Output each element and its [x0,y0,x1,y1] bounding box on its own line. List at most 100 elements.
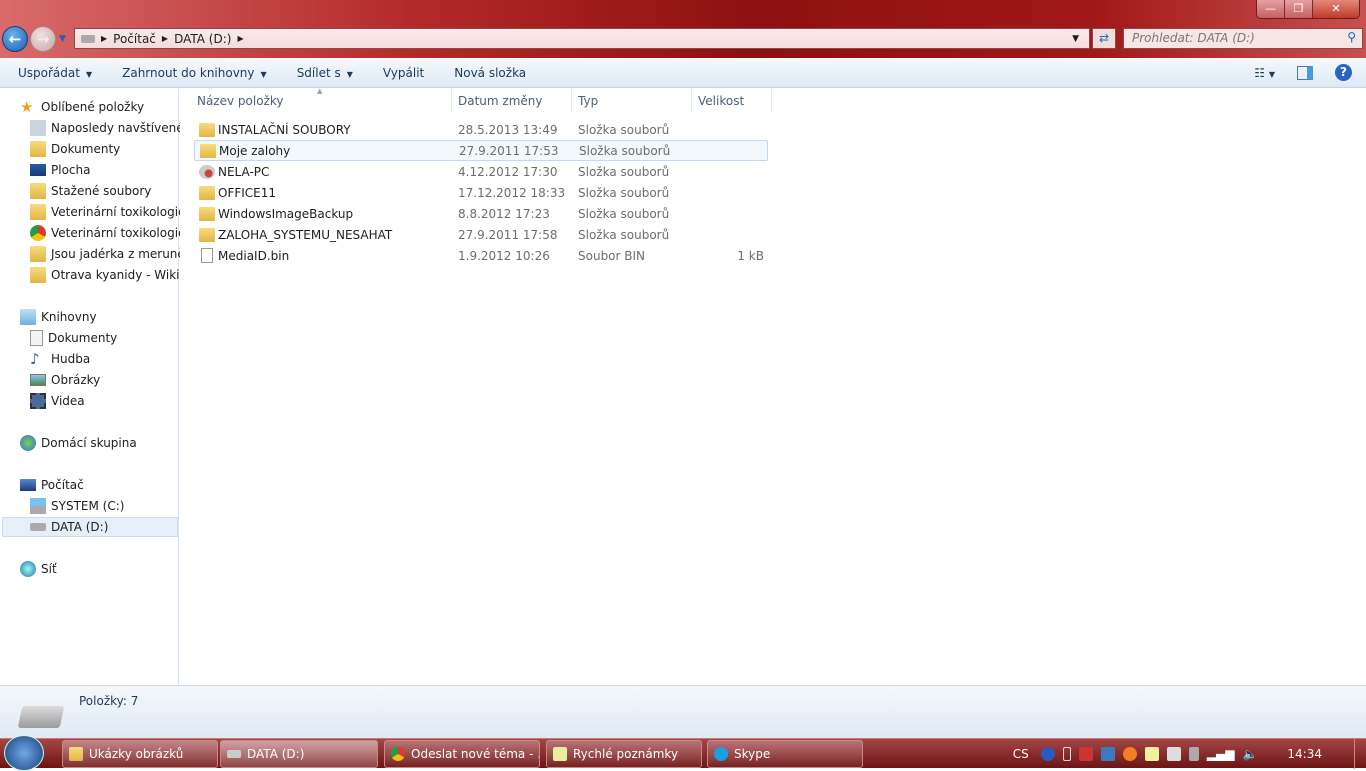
file-row[interactable]: NELA-PC 4.12.2012 17:30 Složka souborů [194,161,768,182]
sidebar-label: Síť [41,562,57,576]
file-type: Soubor BIN [578,248,646,263]
preview-pane-icon[interactable] [1297,65,1313,80]
tray-app-icon[interactable] [1078,747,1093,761]
power-icon[interactable] [1188,747,1199,761]
file-row[interactable]: MediaID.bin 1.9.2012 10:26 Soubor BIN 1 … [194,245,768,266]
column-header-type[interactable]: Typ [572,89,692,113]
volume-icon[interactable]: 🔈 [1242,747,1257,761]
task-skype[interactable]: Skype [707,740,863,768]
close-button[interactable]: ✕ [1313,0,1359,18]
history-dropdown-icon[interactable]: ▼ [59,34,66,44]
refresh-button[interactable]: ⇄ [1092,28,1116,49]
tray-app-icon[interactable] [1122,747,1137,761]
sidebar-label: SYSTEM (C:) [51,499,125,513]
chevron-right-icon[interactable]: ▶ [237,34,243,43]
column-header-size[interactable]: Velikost [692,89,772,113]
language-indicator[interactable]: CS [1013,747,1029,761]
chrome-icon [30,225,46,241]
pictures-icon [30,374,46,386]
breadcrumb-computer[interactable]: Počítač [113,32,156,46]
sidebar-network[interactable]: Síť [20,559,198,579]
command-bar: Uspořádat ▼ Zahrnout do knihovny ▼ Sdílet … [0,58,1366,88]
sidebar-label: Hudba [51,352,91,366]
show-hidden-icons[interactable] [1062,747,1071,761]
details-pane: Položky: 7 [0,685,1366,738]
title-bar: — ❐ ✕ ← → ▼ ▶ Počítač ▶ DATA (D:) ▶ ▼ ⇄ … [0,0,1366,60]
tray-app-icon[interactable] [1100,747,1115,761]
folder-icon [200,143,216,158]
organize-label: Uspořádat [18,65,80,80]
computer-icon [20,479,36,491]
downloads-folder-icon [30,183,46,199]
task-sticky-notes[interactable]: Rychlé poznámky [546,740,702,768]
file-date: 8.8.2012 17:23 [458,206,550,221]
sort-ascending-icon: ▲ [317,87,323,95]
new-folder-button[interactable]: Nová složka [454,66,526,80]
system-drive-icon [30,498,46,514]
sidebar-label: Dokumenty [51,142,121,156]
star-icon: ★ [20,98,34,116]
search-input[interactable]: Prohledat: DATA (D:) ⚲ [1123,28,1363,49]
task-label: DATA (D:) [247,747,305,761]
tray-app-icon[interactable] [1166,747,1181,761]
sticky-notes-icon [553,747,567,761]
view-options-icon[interactable]: ☷ ▼ [1254,66,1275,80]
network-signal-icon[interactable]: ▂▄▆ [1207,747,1235,761]
sidebar-libraries[interactable]: Knihovny [20,307,198,327]
sidebar-item-data-d[interactable]: DATA (D:) [2,517,178,537]
sidebar-label: Veterinární toxikologická [51,226,199,240]
file-row[interactable]: INSTALAČNÍ SOUBORY 28.5.2013 13:49 Složk… [194,119,768,140]
share-button[interactable]: Sdílet s ▼ [297,66,353,80]
search-icon[interactable]: ⚲ [1347,30,1356,44]
folder-icon [199,185,215,200]
file-row[interactable]: OFFICE11 17.12.2012 18:33 Složka souborů [194,182,768,203]
chevron-down-icon: ▼ [346,69,353,79]
tray-app-icon[interactable] [1144,747,1159,761]
task-pictures[interactable]: Ukázky obrázků [62,740,218,768]
back-button[interactable]: ← [2,26,28,52]
organize-button[interactable]: Uspořádat ▼ [18,66,92,80]
breadcrumb-data[interactable]: DATA (D:) [174,32,231,46]
sidebar-homegroup[interactable]: Domácí skupina [20,433,198,453]
file-type: Složka souborů [578,164,670,179]
restore-button[interactable]: ❐ [1285,0,1313,18]
drive-icon [30,523,46,531]
chevron-right-icon[interactable]: ▶ [162,34,168,43]
file-type: Složka souborů [578,122,670,137]
item-count: Položky: 7 [79,694,139,708]
minimize-button[interactable]: — [1257,0,1285,18]
folder-icon [30,246,46,262]
sidebar-label: Domácí skupina [41,436,137,450]
address-bar[interactable]: ▶ Počítač ▶ DATA (D:) ▶ ▼ [74,28,1090,49]
sidebar-label: Počítač [41,478,84,492]
file-row[interactable]: ZALOHA_SYSTEMU_NESAHAT 27.9.2011 17:58 S… [194,224,768,245]
chevron-right-icon[interactable]: ▶ [101,34,107,43]
drive-icon [227,750,241,758]
include-in-library-button[interactable]: Zahrnout do knihovny ▼ [122,66,267,80]
file-row[interactable]: WindowsImageBackup 8.8.2012 17:23 Složka… [194,203,768,224]
address-dropdown-icon[interactable]: ▼ [1072,34,1079,44]
task-chrome[interactable]: Odeslat nové téma - ... [384,740,540,768]
folder-icon [199,227,215,242]
sidebar-favorites[interactable]: ★ Oblíbené položky [20,97,198,117]
sidebar-computer[interactable]: Počítač [20,475,198,495]
sidebar-label: Dokumenty [48,331,118,345]
column-header-date[interactable]: Datum změny [452,89,572,113]
sidebar-label: Naposledy navštívené [51,121,184,135]
help-icon[interactable]: ? [1335,64,1352,81]
documents-folder-icon [30,141,46,157]
start-button[interactable] [4,735,44,771]
folder-icon [199,206,215,221]
file-row[interactable]: Moje zalohy 27.9.2011 17:53 Složka soubo… [194,140,768,161]
file-date: 27.9.2011 17:53 [459,143,559,158]
help-tray-icon[interactable] [1040,747,1055,761]
show-desktop-button[interactable] [1354,739,1366,769]
folder-icon [69,747,83,761]
file-name: WindowsImageBackup [218,206,354,221]
network-folder-icon [199,164,215,179]
forward-button[interactable]: → [30,26,56,52]
clock[interactable]: 14:34 [1287,747,1322,761]
burn-button[interactable]: Vypálit [383,66,424,80]
task-explorer-data[interactable]: DATA (D:) [220,740,378,768]
network-icon [20,561,36,577]
